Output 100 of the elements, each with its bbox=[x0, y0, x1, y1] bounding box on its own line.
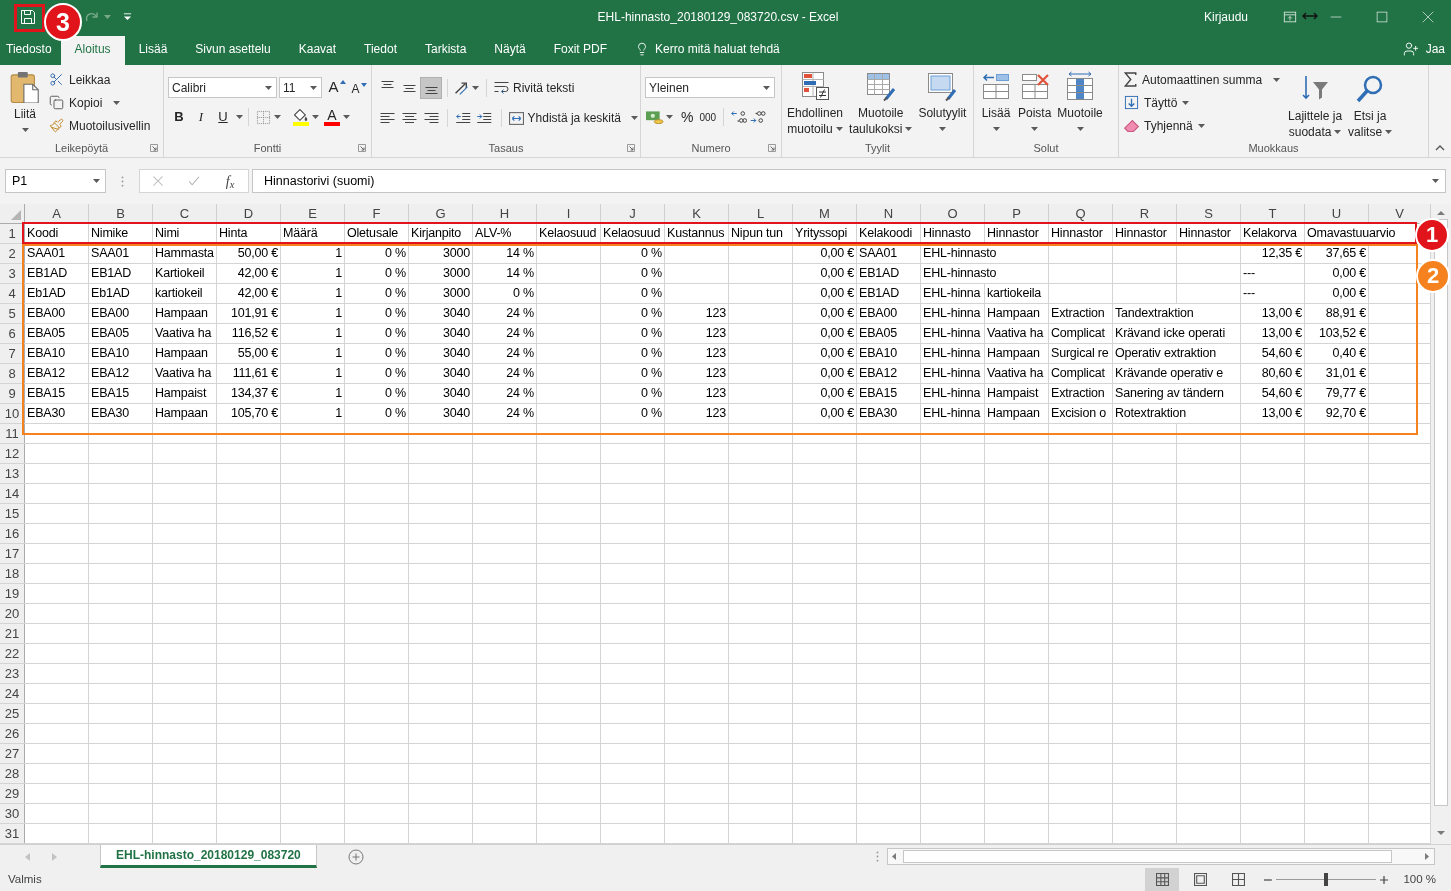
customize-toolbar-button[interactable] bbox=[123, 12, 132, 21]
ribbon-tab[interactable]: Kaavat bbox=[284, 36, 351, 65]
fill-button[interactable]: Täyttö bbox=[1121, 91, 1284, 114]
table-cell: Hampaan bbox=[153, 404, 217, 423]
row-number: 31 bbox=[0, 824, 25, 843]
fill-color-button[interactable] bbox=[293, 106, 319, 128]
plus-circle-icon[interactable] bbox=[347, 848, 364, 865]
insert-function-button[interactable]: f$_{x}$ bbox=[223, 170, 237, 192]
checkmark-icon[interactable] bbox=[186, 175, 201, 187]
row-number: 18 bbox=[0, 564, 25, 583]
table-cell: 0,00 € bbox=[793, 304, 857, 323]
autosum-button[interactable]: Automaattinen summa bbox=[1121, 68, 1284, 91]
format-painter-button[interactable]: Muotoilusivellin bbox=[46, 114, 154, 137]
status-text: Valmis bbox=[7, 871, 42, 887]
ribbon-tab[interactable]: Tarkista bbox=[410, 36, 481, 65]
ribbon-tab[interactable]: Aloitus bbox=[60, 36, 125, 65]
formula-input[interactable]: Hinnastorivi (suomi) bbox=[252, 169, 1446, 193]
font-name-dropdown[interactable]: Calibri bbox=[168, 77, 277, 98]
clear-button[interactable]: Tyhjennä bbox=[1121, 114, 1284, 137]
format-cells-button[interactable]: Muotoile bbox=[1054, 65, 1106, 137]
cut-button[interactable]: Leikkaa bbox=[46, 68, 154, 91]
table-cell: 123 bbox=[665, 344, 729, 363]
table-cell: 0 % bbox=[601, 384, 665, 403]
underline-button[interactable]: U bbox=[212, 106, 234, 128]
insert-cells-button[interactable]: Lisää bbox=[977, 65, 1015, 137]
align-bottom-button[interactable] bbox=[420, 77, 442, 99]
tell-me-button[interactable]: Kerro mitä haluat tehdä bbox=[621, 36, 780, 65]
wrap-text-button[interactable]: Rivitä teksti bbox=[492, 77, 577, 99]
vertical-dots-icon bbox=[121, 176, 124, 187]
save-button[interactable] bbox=[20, 8, 36, 25]
share-button[interactable]: Jaa bbox=[1402, 36, 1451, 65]
ribbon-tab[interactable]: Sivun asettelu bbox=[181, 36, 285, 65]
caret-icon bbox=[1273, 77, 1281, 82]
slider-thumb[interactable] bbox=[1324, 873, 1329, 886]
table-cell: Hampaan bbox=[153, 344, 217, 363]
zoom-level[interactable]: 100 % bbox=[1403, 870, 1436, 889]
table-cell: 14 % bbox=[473, 244, 537, 263]
table-cell: Hampaan bbox=[985, 344, 1049, 363]
paintbrush-icon bbox=[49, 118, 64, 133]
diagonal-arrow-icon bbox=[455, 81, 469, 95]
ribbon-tab[interactable]: Foxit PDF bbox=[539, 36, 621, 65]
table-cell: SAA01 bbox=[89, 244, 153, 263]
zoom-slider[interactable] bbox=[1276, 873, 1377, 886]
table-cell: 134,37 € bbox=[217, 384, 281, 403]
shrink-font-button[interactable]: A bbox=[349, 77, 369, 98]
vertical-dots-icon[interactable] bbox=[876, 851, 879, 862]
align-middle-icon bbox=[402, 84, 416, 92]
corner-arrow-icon[interactable] bbox=[627, 144, 635, 152]
table-cell: SAA01 bbox=[857, 244, 921, 263]
format-as-table-button[interactable]: Muotoile taulukoksi bbox=[846, 65, 916, 137]
percent-button[interactable]: % bbox=[679, 106, 696, 128]
font-size-dropdown[interactable]: 11 bbox=[279, 77, 322, 98]
ribbon-tab[interactable]: Näytä bbox=[480, 36, 540, 65]
paste-button[interactable]: Liitä bbox=[5, 68, 45, 137]
row-number: 15 bbox=[0, 504, 25, 523]
caret-icon bbox=[310, 85, 317, 90]
corner-arrow-icon[interactable] bbox=[358, 144, 366, 152]
minus-icon[interactable] bbox=[1264, 878, 1273, 881]
table-cell: 0,00 € bbox=[793, 364, 857, 383]
table-cell: 1 bbox=[281, 384, 345, 403]
find-select-button[interactable]: Etsi ja valitse bbox=[1345, 68, 1396, 140]
normal-view-button[interactable] bbox=[1145, 868, 1180, 891]
chevron-up-icon[interactable] bbox=[1435, 145, 1445, 151]
grid-icon bbox=[1155, 873, 1169, 886]
copy-button[interactable]: Kopioi bbox=[46, 91, 154, 114]
delete-cells-button[interactable]: Poista bbox=[1015, 65, 1055, 137]
header-cell: Oletusale bbox=[345, 224, 409, 243]
name-box[interactable]: P1 bbox=[5, 169, 106, 193]
thousands-separator-button[interactable]: 000 bbox=[697, 106, 719, 128]
table-cell: 1 bbox=[281, 324, 345, 343]
table-cell: 1 bbox=[281, 344, 345, 363]
table-cell: Hampaan bbox=[153, 304, 217, 323]
corner-arrow-icon[interactable] bbox=[150, 144, 158, 152]
table-cell: 0 % bbox=[345, 284, 409, 303]
merge-center-button[interactable]: Yhdistä ja keskitä bbox=[506, 107, 640, 129]
close-icon bbox=[1422, 10, 1434, 23]
bold-button[interactable]: B bbox=[168, 106, 190, 128]
sign-in-link[interactable]: Kirjaudu bbox=[1203, 7, 1248, 26]
group-label: Tasaus bbox=[488, 140, 524, 156]
font-color-button[interactable]: A bbox=[324, 106, 350, 128]
sheet-tab[interactable]: EHL-hinnasto_20180129_083720 bbox=[100, 845, 317, 868]
conditional-formatting-button[interactable]: Ehdollinen muotoilu bbox=[784, 65, 847, 137]
row-number: 1 bbox=[0, 224, 25, 243]
italic-button[interactable]: I bbox=[190, 106, 212, 128]
row-number: 23 bbox=[0, 664, 25, 683]
ribbon-tab[interactable]: Lisää bbox=[124, 36, 182, 65]
table-cell: 0,00 € bbox=[793, 344, 857, 363]
row-number: 3 bbox=[0, 264, 25, 283]
horizontal-scrollbar[interactable] bbox=[887, 848, 1435, 865]
save-icon bbox=[20, 8, 36, 25]
header-cell: Määrä bbox=[281, 224, 345, 243]
number-format-dropdown[interactable]: Yleinen bbox=[645, 77, 775, 98]
grow-font-button[interactable]: A bbox=[327, 77, 347, 98]
row-number: 6 bbox=[0, 324, 25, 343]
cell-styles-button[interactable]: Solutyylit bbox=[915, 65, 970, 137]
corner-arrow-icon[interactable] bbox=[768, 144, 776, 152]
plus-icon[interactable] bbox=[1380, 875, 1389, 884]
sort-filter-button[interactable]: Lajittele ja suodata bbox=[1285, 68, 1346, 140]
ribbon-tab[interactable]: Tiedot bbox=[350, 36, 411, 65]
align-center-icon bbox=[401, 113, 417, 123]
